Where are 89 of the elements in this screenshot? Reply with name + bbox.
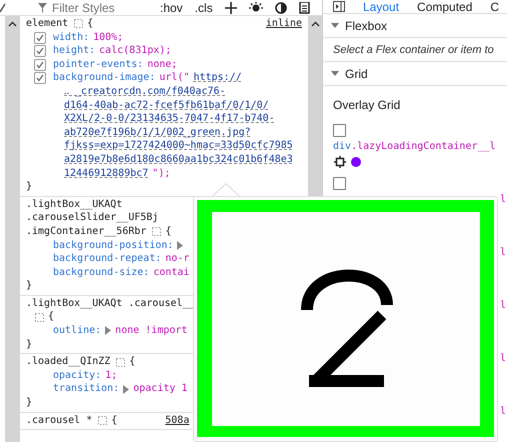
css-property: background-repeat: <box>53 252 162 266</box>
scroll-up-icon[interactable] <box>8 21 17 27</box>
brace: { <box>165 224 172 238</box>
css-property: background-image: <box>53 71 156 85</box>
toolbar-toggle[interactable]: :hov <box>160 0 183 14</box>
css-value: none; <box>147 58 178 72</box>
brace: { <box>48 310 54 324</box>
css-property: opacity: <box>53 368 102 382</box>
expand-arrow-icon[interactable] <box>177 240 184 250</box>
brace: { <box>129 355 136 369</box>
url-link[interactable]: fjkss=exp=1727424000~hmac=33d50cfc7985 <box>64 139 293 153</box>
collapse-arrow-icon[interactable] <box>331 22 339 29</box>
css-value: url(" <box>159 71 190 85</box>
grid-element-name[interactable]: l <box>500 194 506 205</box>
css-value: 100%; <box>93 30 124 44</box>
brace: } <box>26 279 32 293</box>
section-title: Flexbox <box>345 18 388 33</box>
brace: } <box>26 396 32 410</box>
brace: } <box>26 338 32 352</box>
source-link[interactable]: inline <box>266 17 302 31</box>
sun-icon[interactable] <box>248 2 263 14</box>
dotted-grid-icon[interactable] <box>98 416 108 425</box>
url-link[interactable]: 12446912889bc7 <box>64 166 148 180</box>
half-circle-icon[interactable] <box>274 2 287 14</box>
css-value: calc(831px); <box>99 44 172 58</box>
pencil-icon[interactable] <box>0 2 6 14</box>
css-selector: .lightBox__UKAQt .carousel__ <box>26 296 195 310</box>
css-property: outline: <box>53 324 102 338</box>
brace: } <box>26 180 32 194</box>
plus-icon[interactable] <box>224 2 237 14</box>
css-property: pointer-events: <box>53 58 144 72</box>
checkbox[interactable] <box>333 124 346 137</box>
checkbox[interactable] <box>34 58 46 71</box>
css-value: 1; <box>105 368 118 382</box>
section-title: Grid <box>345 66 368 81</box>
css-property: transition: <box>53 382 120 396</box>
css-value: "); <box>152 166 170 180</box>
url-link[interactable]: ab720e7f196b/1/1/002_green.jpg? <box>64 126 251 140</box>
clipboard-icon[interactable] <box>298 2 310 14</box>
css-selector: .loaded__QInZZ <box>26 355 110 369</box>
color-dot[interactable] <box>351 156 361 167</box>
hint-text: Select a Flex container or item to <box>333 44 494 56</box>
source-link[interactable]: 508a <box>165 414 190 428</box>
grid-element-name[interactable]: l <box>500 406 506 417</box>
css-property: background-size: <box>53 266 150 280</box>
url-link[interactable]: https:// <box>193 71 242 85</box>
url-link[interactable]: X2XL/2-0-0/23134635-7047-4f17-b740- <box>64 112 275 126</box>
expand-arrow-icon[interactable] <box>123 384 130 394</box>
dotted-grid-icon[interactable] <box>74 19 84 28</box>
grid-element-name[interactable]: div.lazyLoadingContainer__l <box>333 140 507 152</box>
css-value: none !import <box>115 324 188 338</box>
css-selector: .imgContainer__56Rbr <box>26 224 146 238</box>
checkbox[interactable] <box>333 176 346 190</box>
css-selector: .carousel * <box>26 414 92 428</box>
url-link[interactable]: d164-40ab-ac72-fcef5fb61baf/0/1/0/ <box>64 98 269 112</box>
toolbar-toggle[interactable]: .cls <box>194 0 213 14</box>
css-selector: .carouselSlider__UF5Bj <box>26 211 158 225</box>
collapse-arrow-icon[interactable] <box>331 70 339 77</box>
panel-tab[interactable]: Layout <box>363 0 400 14</box>
css-property: background-position: <box>53 238 174 252</box>
crosshair-icon[interactable] <box>334 156 346 168</box>
scroll-up-icon[interactable] <box>310 21 320 27</box>
css-property: height: <box>53 44 96 58</box>
panel-tab[interactable]: C <box>490 0 500 14</box>
panel-icon[interactable] <box>333 1 345 12</box>
expand-arrow-icon[interactable] <box>105 326 112 336</box>
url-link[interactable]: a2819e7b8e6d180c8660aa1bc324c01b6f48e3 <box>64 152 293 167</box>
checkbox[interactable] <box>34 32 46 44</box>
funnel-icon <box>38 2 47 12</box>
grid-element-name[interactable]: l <box>500 352 506 364</box>
css-selector: element <box>26 17 68 31</box>
dotted-grid-icon[interactable] <box>152 227 162 236</box>
css-value: opacity 1 <box>133 382 188 396</box>
panel-tab[interactable]: Computed <box>417 0 472 14</box>
css-selector: .lightBox__UKAQt <box>26 198 122 212</box>
brace: { <box>111 414 118 428</box>
url-link[interactable]: ‥ _creatorcdn.com/f040ac76- <box>64 84 226 99</box>
css-value: no-r <box>165 252 190 266</box>
dotted-grid-icon[interactable] <box>35 312 44 322</box>
checkbox[interactable] <box>34 45 46 58</box>
grid-element-name[interactable]: l <box>500 246 506 258</box>
overlay-grid-heading: Overlay Grid <box>333 98 402 112</box>
dotted-grid-icon[interactable] <box>116 358 126 367</box>
css-property: width: <box>53 30 90 44</box>
brace: { <box>87 17 94 31</box>
grid-element-name[interactable]: l <box>500 300 506 311</box>
filter-field[interactable]: Filter Styles <box>38 0 148 14</box>
checkbox[interactable] <box>34 72 46 84</box>
css-value: contai <box>153 266 190 280</box>
